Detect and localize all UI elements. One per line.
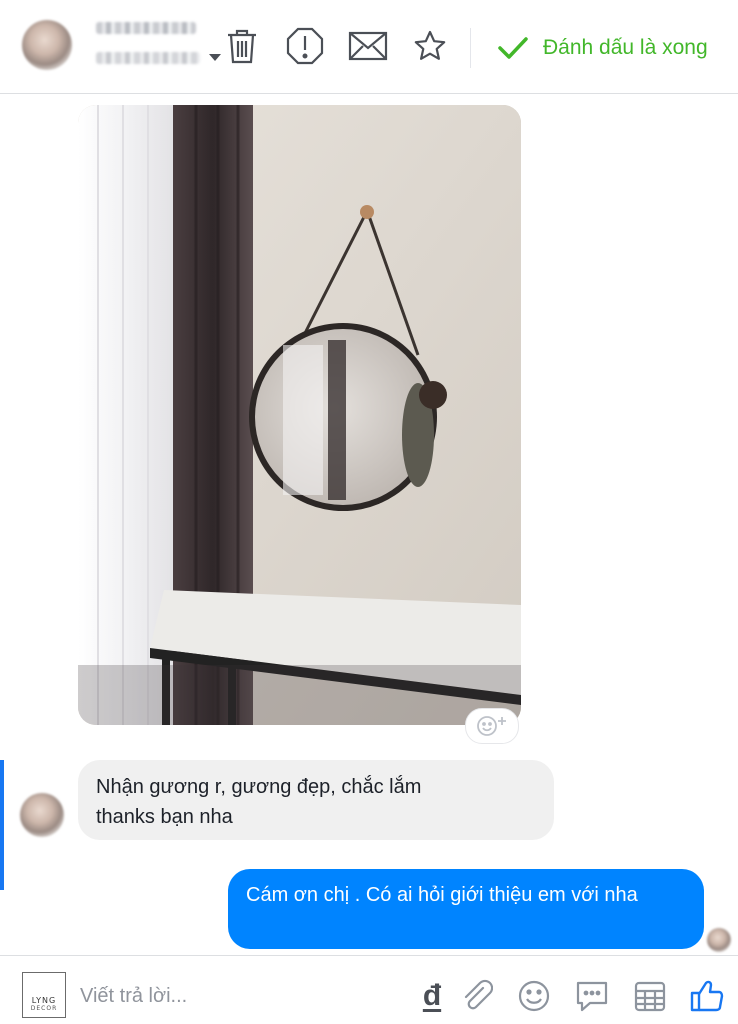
- chevron-down-icon[interactable]: [209, 54, 221, 61]
- page-brand-logo[interactable]: LYNG DECOR: [22, 972, 66, 1018]
- checkmark-icon: [498, 37, 528, 59]
- incoming-message-line1: Nhận gương r, gương đẹp, chắc lắm: [96, 776, 422, 798]
- brand-line2: DECOR: [30, 1005, 58, 1012]
- incoming-message[interactable]: Nhận gương r, gương đẹp, chắc lắm thanks…: [78, 760, 554, 840]
- brand-line1: LYNG: [31, 996, 57, 1005]
- currency-symbol: đ: [422, 979, 442, 1012]
- thumbs-up-icon[interactable]: [688, 976, 726, 1016]
- paperclip-icon[interactable]: [458, 976, 496, 1016]
- shared-photo[interactable]: [78, 105, 521, 725]
- outgoing-message[interactable]: Cám ơn chị . Có ai hỏi giới thiệu em với…: [228, 869, 704, 949]
- contact-name-blurred[interactable]: [96, 22, 196, 34]
- conversation-header: Đánh dấu là xong: [0, 0, 738, 94]
- currency-icon[interactable]: đ: [413, 976, 451, 1016]
- header-divider: [470, 28, 471, 68]
- envelope-icon[interactable]: [348, 26, 388, 66]
- emoji-icon[interactable]: [515, 976, 553, 1016]
- contact-status-blurred: [96, 52, 200, 64]
- mark-as-done-label: Đánh dấu là xong: [543, 36, 708, 59]
- reply-input[interactable]: [80, 980, 400, 1012]
- contact-avatar-small[interactable]: [20, 793, 64, 837]
- incoming-message-line2: thanks bạn nha: [96, 806, 233, 828]
- alert-octagon-icon[interactable]: [285, 26, 325, 66]
- mark-as-done-button[interactable]: Đánh dấu là xong: [497, 28, 708, 68]
- star-icon[interactable]: [410, 26, 450, 66]
- trash-icon[interactable]: [222, 26, 262, 66]
- chat-bubble-icon[interactable]: [573, 976, 611, 1016]
- seen-receipt-avatar: [707, 928, 731, 952]
- outgoing-message-text: Cám ơn chị . Có ai hỏi giới thiệu em với…: [246, 884, 638, 906]
- unread-marker: [0, 760, 4, 890]
- contact-avatar[interactable]: [22, 20, 72, 70]
- emoji-add-icon: [477, 716, 506, 736]
- add-reaction-button[interactable]: [465, 708, 519, 744]
- calendar-icon[interactable]: [631, 976, 669, 1016]
